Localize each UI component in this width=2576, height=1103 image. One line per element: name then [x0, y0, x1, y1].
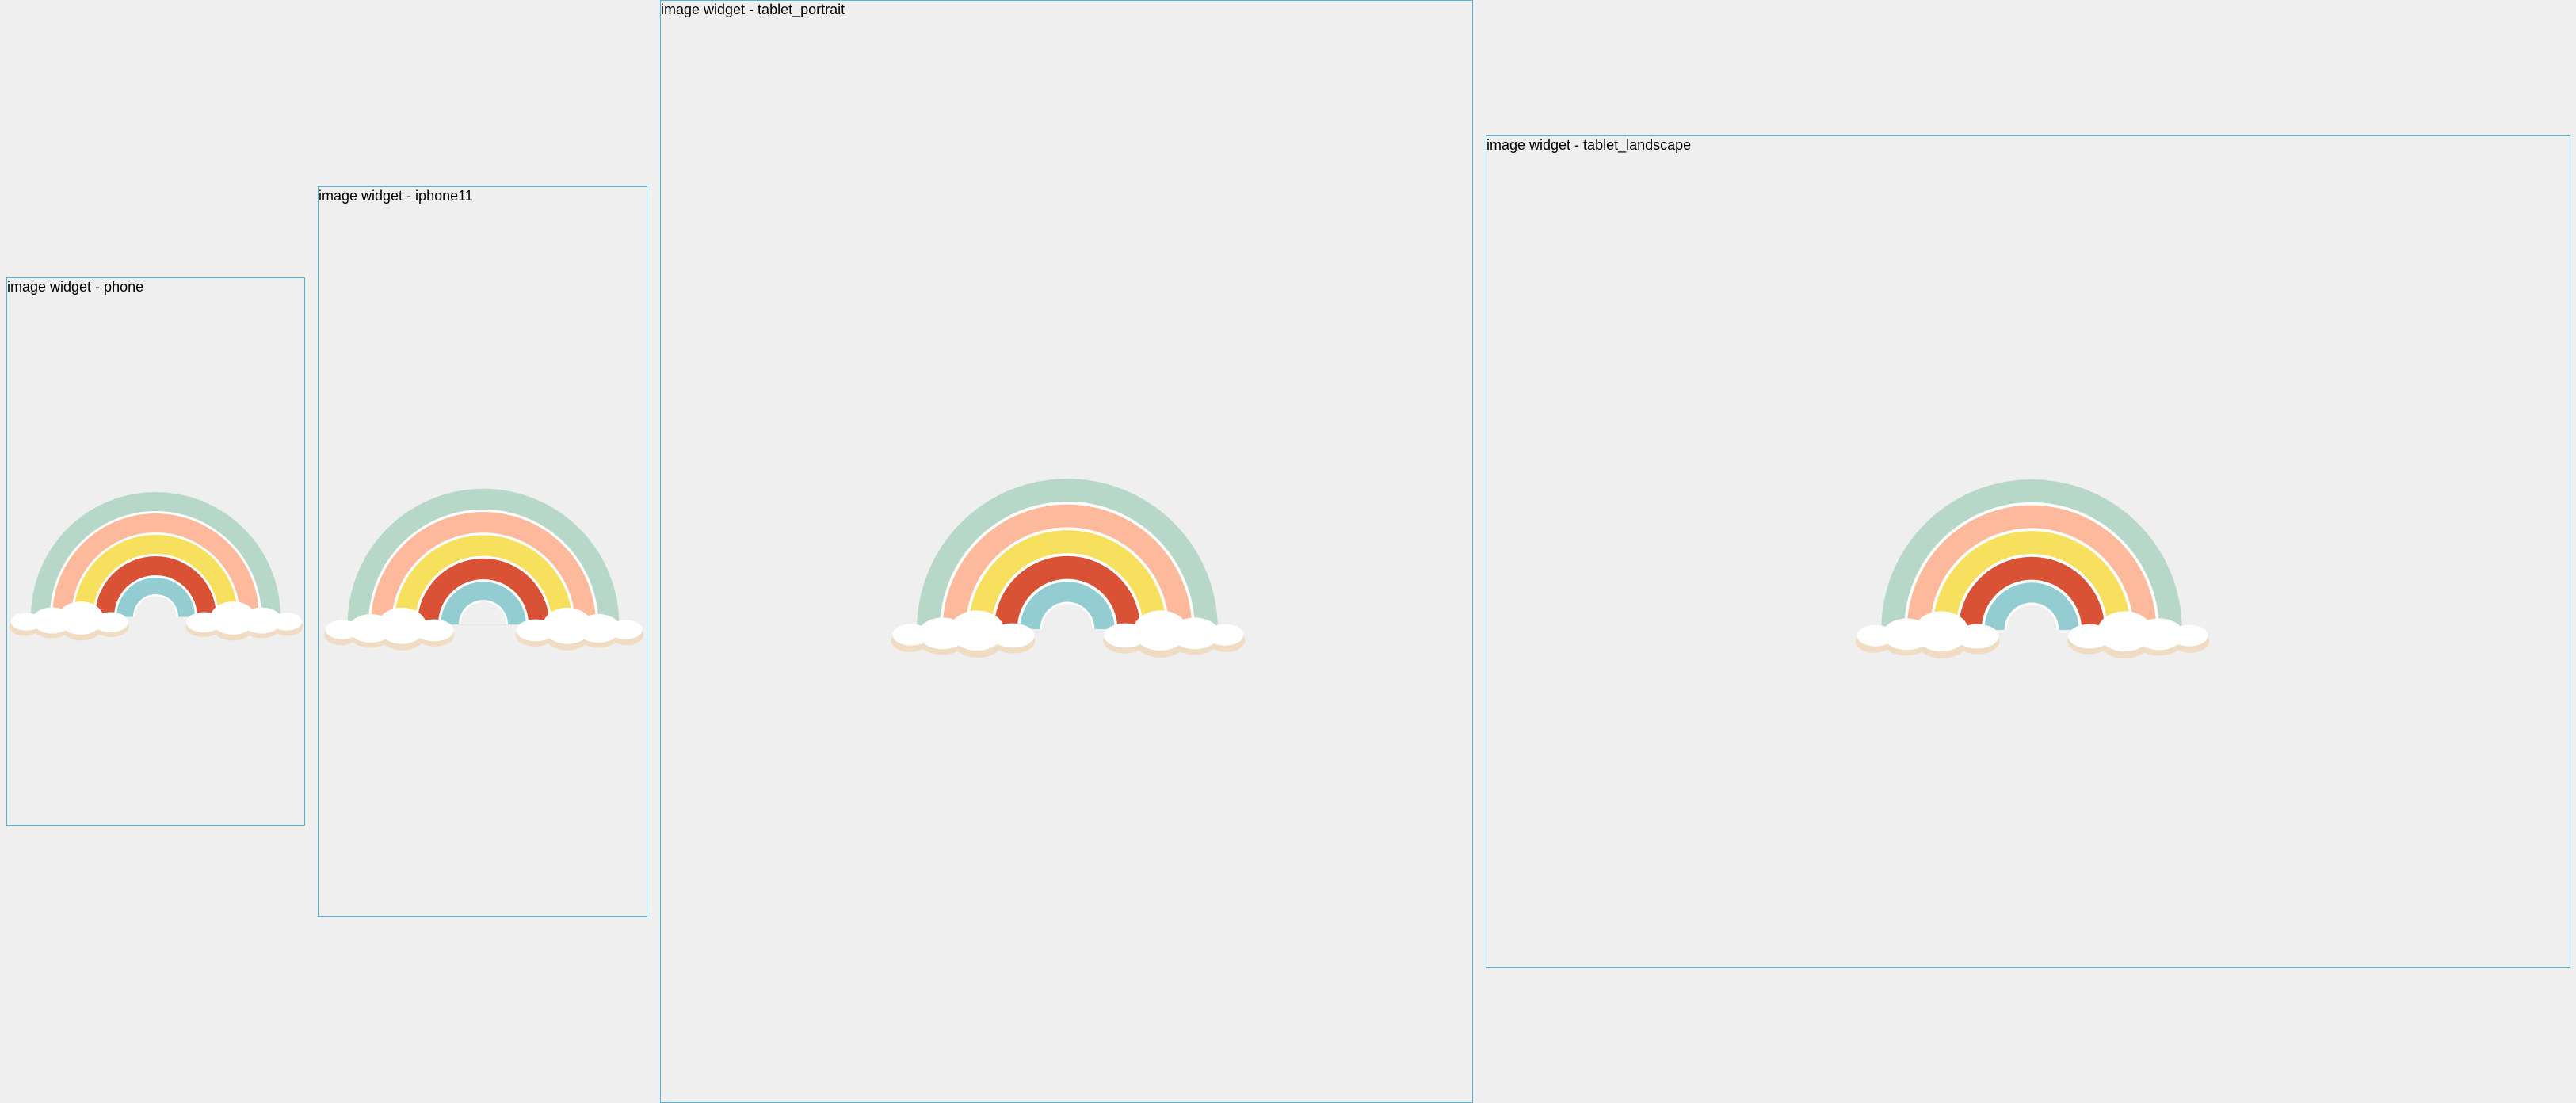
- frame-label-iphone11: image widget - iphone11: [319, 188, 473, 204]
- frame-label-tablet-portrait: image widget - tablet_portrait: [661, 2, 845, 17]
- image-widget-frame-phone: image widget - phone: [6, 277, 305, 826]
- rainbow-image: [7, 468, 304, 647]
- image-widget-frame-iphone11: image widget - iphone11: [318, 186, 647, 917]
- image-widget-frame-tablet-portrait: image widget - tablet_portrait: [660, 0, 1473, 1103]
- frame-label-phone: image widget - phone: [7, 279, 144, 295]
- frame-label-tablet-landscape: image widget - tablet_landscape: [1486, 137, 1692, 153]
- rainbow-image: [1853, 445, 2211, 671]
- image-widget-frame-tablet-landscape: image widget - tablet_landscape: [1486, 135, 2570, 968]
- rainbow-image: [322, 463, 645, 657]
- rainbow-image: [888, 445, 1246, 670]
